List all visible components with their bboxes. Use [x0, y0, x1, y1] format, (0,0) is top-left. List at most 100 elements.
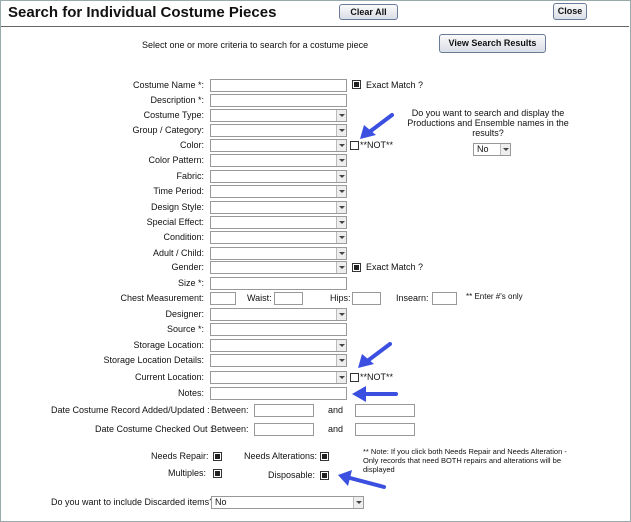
gender-exact-match-checkbox[interactable] [352, 263, 361, 272]
productions-select[interactable]: No [473, 143, 511, 156]
chevron-down-icon [336, 202, 346, 213]
design-style-select[interactable] [210, 201, 347, 214]
productions-select-value: No [477, 144, 489, 154]
repair-note: ** Note: If you click both Needs Repair … [363, 447, 567, 474]
notes-input[interactable] [210, 387, 347, 400]
time-period-select[interactable] [210, 185, 347, 198]
group-category-label: Group / Category: [132, 125, 204, 135]
designer-label: Designer: [165, 309, 204, 319]
chevron-down-icon [353, 497, 363, 508]
design-style-label: Design Style: [150, 202, 204, 212]
instructions-text: Select one or more criteria to search fo… [142, 40, 369, 50]
multiples-checkbox[interactable] [213, 469, 222, 478]
annotation-arrow-icon [352, 386, 398, 402]
header-divider [1, 26, 629, 27]
current-location-not-checkbox[interactable] [350, 373, 359, 382]
chevron-down-icon [500, 144, 510, 155]
description-input[interactable] [210, 94, 347, 107]
chevron-down-icon [336, 171, 346, 182]
costume-type-select[interactable] [210, 109, 347, 122]
description-label: Description *: [150, 95, 204, 105]
waist-input[interactable] [274, 292, 303, 305]
inseam-label: Insearn: [396, 293, 429, 303]
chevron-down-icon [336, 340, 346, 351]
needs-repair-checkbox[interactable] [213, 452, 222, 461]
date-added-and-label: and [328, 405, 344, 415]
special-effect-select[interactable] [210, 216, 347, 229]
needs-alterations-checkbox[interactable] [320, 452, 329, 461]
discarded-select[interactable]: No [211, 496, 364, 509]
date-checked-out-label: Date Costume Checked Out : [95, 424, 213, 434]
page-title: Search for Individual Costume Pieces [8, 4, 277, 21]
date-checked-end-input[interactable] [355, 423, 415, 436]
chest-measurement-label: Chest Measurement: [120, 293, 204, 303]
chevron-down-icon [336, 232, 346, 243]
clear-all-button[interactable]: Clear All [339, 4, 398, 20]
storage-location-details-select[interactable] [210, 354, 347, 367]
chevron-down-icon [336, 262, 346, 273]
color-pattern-label: Color Pattern: [148, 155, 204, 165]
storage-location-select[interactable] [210, 339, 347, 352]
enter-numbers-note: ** Enter #'s only [466, 292, 523, 301]
current-location-label: Current Location: [134, 372, 204, 382]
group-category-select[interactable] [210, 124, 347, 137]
adult-child-label: Adult / Child: [152, 248, 204, 258]
needs-alterations-label: Needs Alterations: [244, 451, 318, 461]
chevron-down-icon [336, 155, 346, 166]
gender-select[interactable] [210, 261, 347, 274]
chevron-down-icon [336, 110, 346, 121]
color-label: Color: [179, 140, 204, 150]
disposable-checkbox[interactable] [320, 471, 329, 480]
close-button[interactable]: Close [553, 3, 587, 20]
chevron-down-icon [336, 309, 346, 320]
chest-input[interactable] [210, 292, 236, 305]
disposable-label: Disposable: [268, 470, 316, 480]
gender-exact-match-label: Exact Match ? [366, 262, 424, 272]
date-added-between-label: Between: [211, 405, 249, 415]
chevron-down-icon [336, 355, 346, 366]
costume-name-label: Costume Name *: [132, 80, 204, 90]
storage-location-label: Storage Location: [133, 340, 204, 350]
date-added-end-input[interactable] [355, 404, 415, 417]
color-pattern-select[interactable] [210, 154, 347, 167]
chevron-down-icon [336, 125, 346, 136]
size-input[interactable] [210, 277, 347, 290]
annotation-arrow-icon [358, 342, 392, 368]
discarded-question-label: Do you want to include Discarded items? [51, 497, 215, 507]
color-not-checkbox[interactable] [350, 141, 359, 150]
storage-location-details-label: Storage Location Details: [103, 355, 204, 365]
costume-type-label: Costume Type: [143, 110, 204, 120]
chevron-down-icon [336, 186, 346, 197]
date-checked-between-label: Between: [211, 424, 249, 434]
designer-select[interactable] [210, 308, 347, 321]
hips-label: Hips: [330, 293, 351, 303]
special-effect-label: Special Effect: [146, 217, 204, 227]
color-select[interactable] [210, 139, 347, 152]
fabric-select[interactable] [210, 170, 347, 183]
costume-name-input[interactable] [210, 79, 347, 92]
annotation-arrow-icon [360, 113, 394, 139]
chevron-down-icon [336, 248, 346, 259]
adult-child-select[interactable] [210, 247, 347, 260]
gender-label: Gender: [171, 262, 204, 272]
productions-question: Do you want to search and display the Pr… [407, 108, 569, 138]
current-location-select[interactable] [210, 371, 347, 384]
color-not-label: **NOT** [360, 140, 394, 150]
discarded-select-value: No [215, 497, 227, 507]
exact-match-label: Exact Match ? [366, 80, 424, 90]
inseam-input[interactable] [432, 292, 457, 305]
date-added-start-input[interactable] [254, 404, 314, 417]
annotation-arrow-icon [338, 470, 386, 489]
hips-input[interactable] [352, 292, 381, 305]
date-checked-and-label: and [328, 424, 344, 434]
chevron-down-icon [336, 217, 346, 228]
fabric-label: Fabric: [176, 171, 204, 181]
view-search-results-button[interactable]: View Search Results [439, 34, 546, 53]
chevron-down-icon [336, 372, 346, 383]
condition-select[interactable] [210, 231, 347, 244]
costume-name-exact-match-checkbox[interactable] [352, 80, 361, 89]
source-input[interactable] [210, 323, 347, 336]
date-checked-start-input[interactable] [254, 423, 314, 436]
time-period-label: Time Period: [153, 186, 204, 196]
date-added-label: Date Costume Record Added/Updated : [51, 405, 210, 415]
